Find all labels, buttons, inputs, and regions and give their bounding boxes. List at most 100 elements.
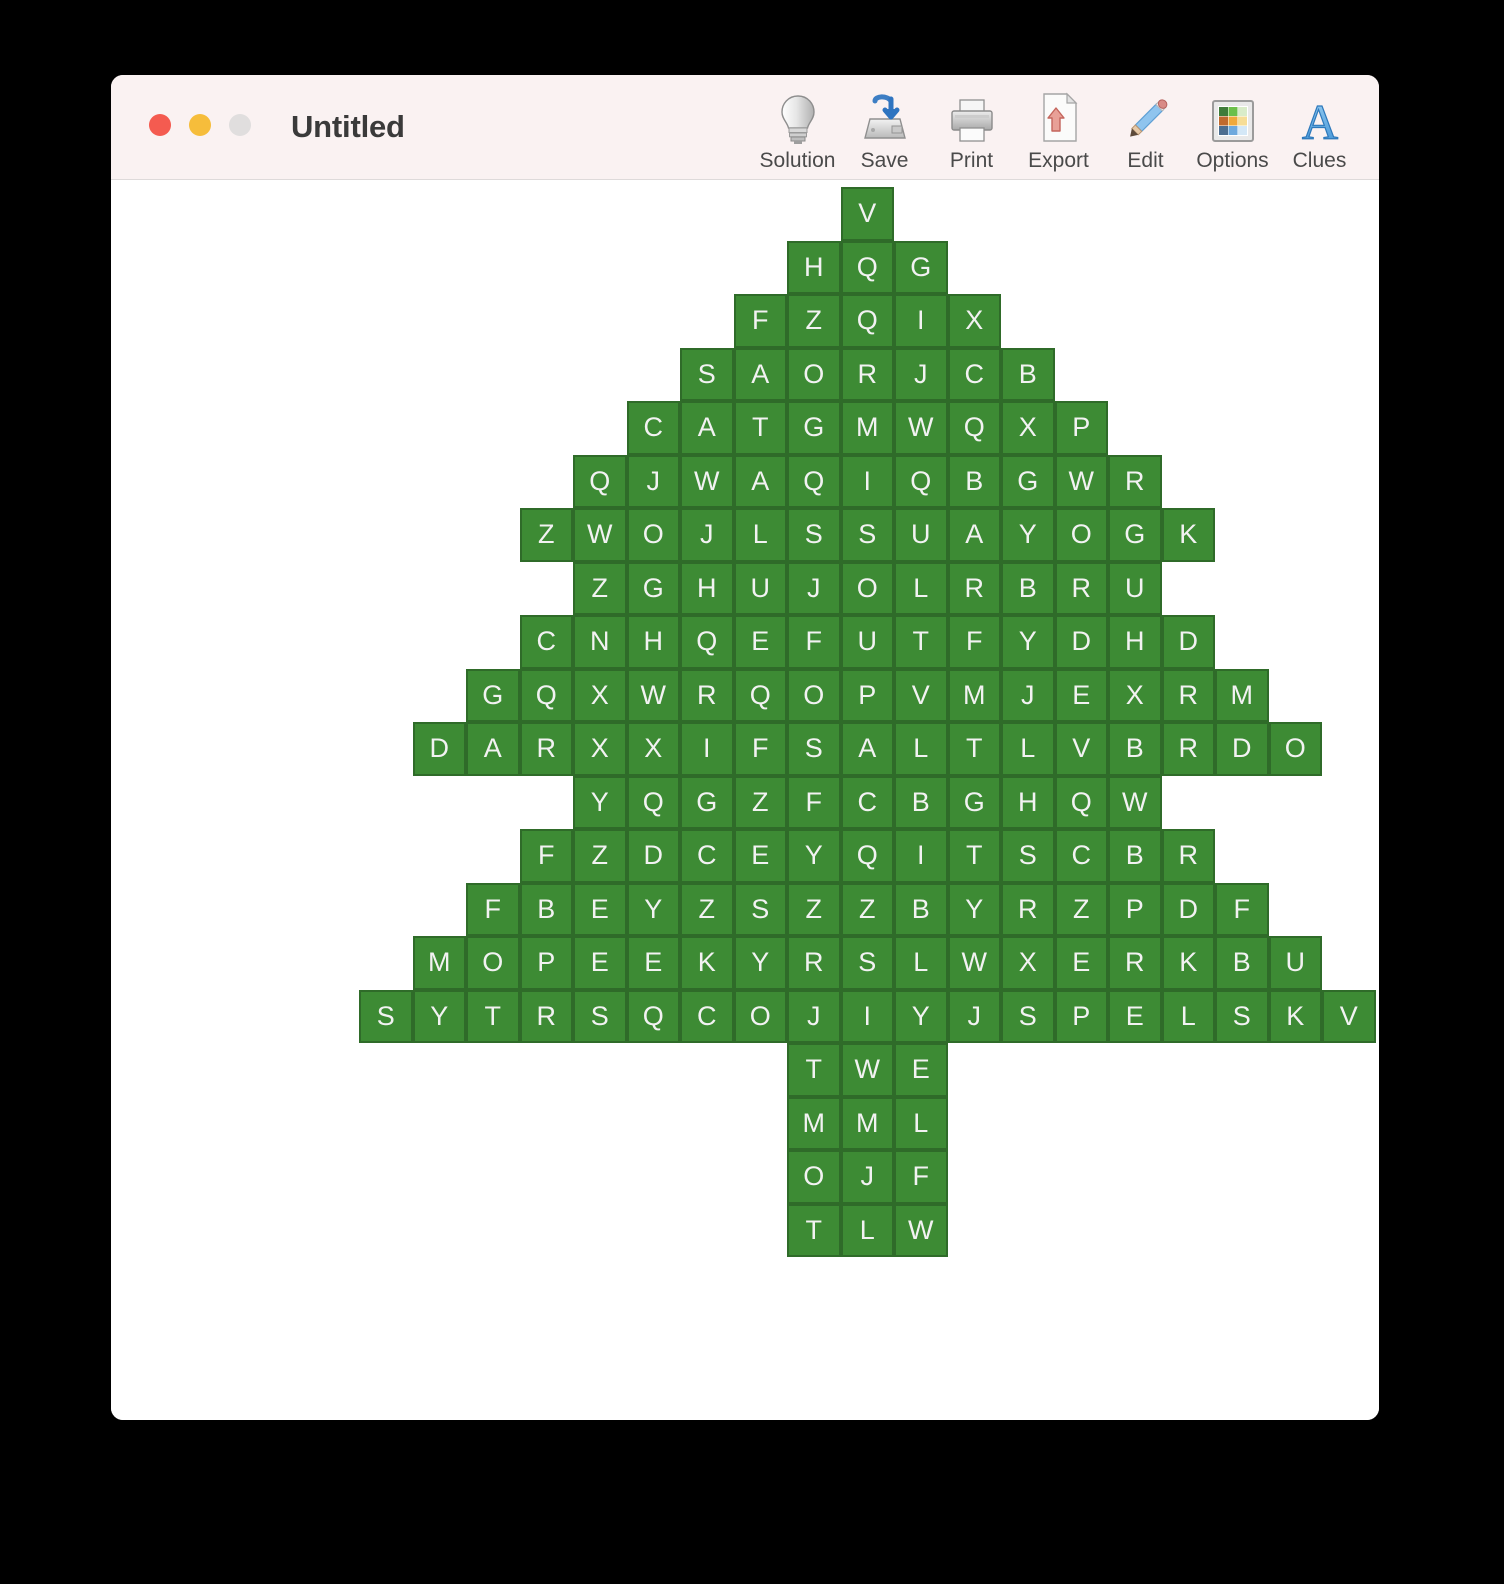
grid-cell[interactable]: O (1054, 508, 1108, 562)
grid-cell[interactable]: J (787, 989, 841, 1043)
grid-cell[interactable]: R (1001, 882, 1055, 936)
grid-cell[interactable]: C (680, 829, 734, 883)
grid-cell[interactable]: I (840, 454, 894, 508)
grid-cell[interactable]: H (680, 561, 734, 615)
grid-cell[interactable]: B (1001, 561, 1055, 615)
grid-cell[interactable]: S (733, 882, 787, 936)
grid-cell[interactable]: Q (947, 401, 1001, 455)
grid-cell[interactable]: J (626, 454, 680, 508)
grid-cell[interactable]: J (894, 347, 948, 401)
grid-cell[interactable]: F (787, 615, 841, 669)
grid-cell[interactable]: Q (573, 454, 627, 508)
grid-cell[interactable]: O (787, 347, 841, 401)
grid-cell[interactable]: X (573, 722, 627, 776)
grid-cell[interactable]: G (626, 561, 680, 615)
grid-cell[interactable]: L (733, 508, 787, 562)
grid-cell[interactable]: Q (733, 668, 787, 722)
grid-cell[interactable]: B (894, 882, 948, 936)
grid-cell[interactable]: G (894, 240, 948, 294)
grid-cell[interactable]: J (947, 989, 1001, 1043)
grid-cell[interactable]: B (1215, 936, 1269, 990)
toolbar-button-solution[interactable]: Solution (754, 89, 841, 173)
grid-cell[interactable]: H (1001, 775, 1055, 829)
grid-cell[interactable]: Y (1001, 615, 1055, 669)
grid-cell[interactable]: R (519, 722, 573, 776)
grid-cell[interactable]: D (1161, 882, 1215, 936)
grid-cell[interactable]: F (519, 829, 573, 883)
grid-cell[interactable]: W (894, 1203, 948, 1257)
grid-cell[interactable]: X (626, 722, 680, 776)
grid-cell[interactable]: U (1268, 936, 1322, 990)
toolbar-button-edit[interactable]: Edit (1102, 89, 1189, 173)
grid-cell[interactable]: Q (787, 454, 841, 508)
grid-cell[interactable]: A (733, 454, 787, 508)
grid-cell[interactable]: S (787, 722, 841, 776)
grid-cell[interactable]: D (412, 722, 466, 776)
toolbar-button-print[interactable]: Print (928, 89, 1015, 173)
grid-cell[interactable]: M (840, 401, 894, 455)
grid-cell[interactable]: G (787, 401, 841, 455)
grid-cell[interactable]: P (1108, 882, 1162, 936)
grid-cell[interactable]: A (466, 722, 520, 776)
grid-cell[interactable]: S (1001, 829, 1055, 883)
grid-cell[interactable]: G (1001, 454, 1055, 508)
grid-cell[interactable]: Y (412, 989, 466, 1043)
grid-cell[interactable]: R (840, 347, 894, 401)
grid-cell[interactable]: E (626, 936, 680, 990)
grid-cell[interactable]: Y (573, 775, 627, 829)
grid-cell[interactable]: R (1054, 561, 1108, 615)
grid-cell[interactable]: X (1001, 936, 1055, 990)
grid-cell[interactable]: C (947, 347, 1001, 401)
grid-cell[interactable]: T (466, 989, 520, 1043)
grid-cell[interactable]: R (1108, 936, 1162, 990)
grid-cell[interactable]: F (733, 294, 787, 348)
grid-cell[interactable]: C (840, 775, 894, 829)
grid-cell[interactable]: W (947, 936, 1001, 990)
grid-cell[interactable]: S (840, 508, 894, 562)
grid-cell[interactable]: X (573, 668, 627, 722)
grid-cell[interactable]: Z (787, 882, 841, 936)
minimize-button[interactable] (189, 114, 211, 136)
grid-cell[interactable]: O (733, 989, 787, 1043)
grid-cell[interactable]: Y (1001, 508, 1055, 562)
grid-cell[interactable]: E (573, 936, 627, 990)
grid-cell[interactable]: Q (626, 989, 680, 1043)
grid-cell[interactable]: H (1108, 615, 1162, 669)
grid-cell[interactable]: W (573, 508, 627, 562)
grid-cell[interactable]: Z (1054, 882, 1108, 936)
grid-cell[interactable]: M (1215, 668, 1269, 722)
grid-cell[interactable]: P (1054, 401, 1108, 455)
grid-cell[interactable]: W (894, 401, 948, 455)
grid-cell[interactable]: T (947, 722, 1001, 776)
grid-cell[interactable]: Z (573, 561, 627, 615)
grid-cell[interactable]: K (1161, 508, 1215, 562)
grid-cell[interactable]: A (733, 347, 787, 401)
grid-cell[interactable]: E (1108, 989, 1162, 1043)
grid-cell[interactable]: S (680, 347, 734, 401)
grid-cell[interactable]: E (733, 615, 787, 669)
grid-cell[interactable]: G (680, 775, 734, 829)
grid-cell[interactable]: S (573, 989, 627, 1043)
grid-cell[interactable]: W (626, 668, 680, 722)
grid-cell[interactable]: R (787, 936, 841, 990)
grid-cell[interactable]: L (894, 1096, 948, 1150)
grid-cell[interactable]: J (680, 508, 734, 562)
grid-cell[interactable]: S (359, 989, 413, 1043)
grid-cell[interactable]: F (733, 722, 787, 776)
grid-cell[interactable]: W (840, 1043, 894, 1097)
grid-cell[interactable]: U (733, 561, 787, 615)
grid-cell[interactable]: Y (894, 989, 948, 1043)
grid-cell[interactable]: W (1108, 775, 1162, 829)
grid-cell[interactable]: G (1108, 508, 1162, 562)
grid-cell[interactable]: Q (840, 829, 894, 883)
grid-cell[interactable]: Y (733, 936, 787, 990)
grid-cell[interactable]: Z (733, 775, 787, 829)
grid-cell[interactable]: B (1108, 722, 1162, 776)
grid-cell[interactable]: B (1001, 347, 1055, 401)
zoom-button[interactable] (229, 114, 251, 136)
grid-cell[interactable]: C (1054, 829, 1108, 883)
grid-cell[interactable]: Z (840, 882, 894, 936)
grid-cell[interactable]: Q (894, 454, 948, 508)
grid-cell[interactable]: L (894, 936, 948, 990)
grid-cell[interactable]: J (840, 1150, 894, 1204)
